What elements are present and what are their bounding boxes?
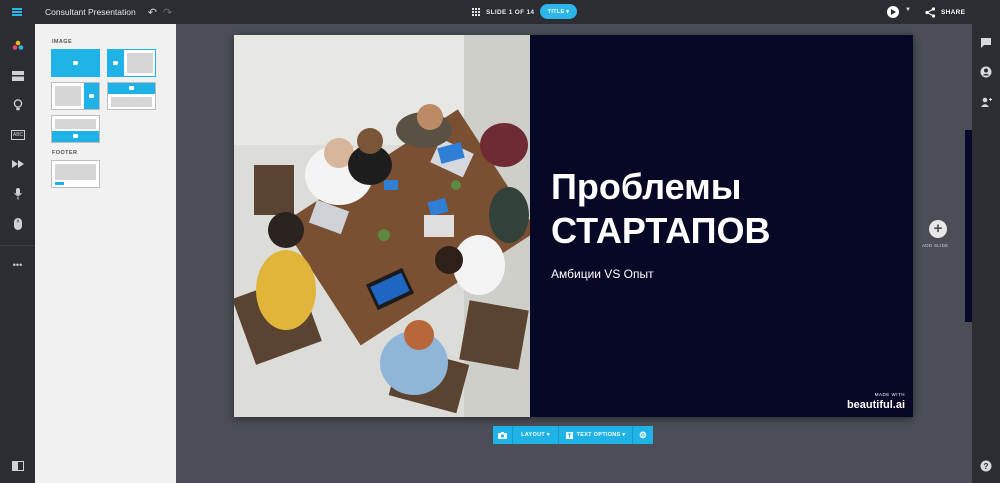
- document-title[interactable]: Consultant Presentation: [45, 7, 136, 17]
- slide-toolbar: LAYOUT ▾ TEXT OPTIONS ▾ ⚙: [493, 426, 653, 444]
- slide[interactable]: Проблемы СТАРТАПОВ Амбиции VS Опыт MADE …: [234, 35, 913, 417]
- svg-text:?: ?: [984, 462, 989, 471]
- layout-dropdown[interactable]: LAYOUT ▾: [513, 426, 559, 444]
- chevron-down-icon: ▾: [622, 432, 626, 438]
- slide-photo[interactable]: [234, 35, 530, 417]
- layout-panel: IMAGE FOOTER: [35, 24, 176, 483]
- slide-type-label: TITLE: [547, 8, 565, 15]
- share-label: SHARE: [941, 8, 966, 16]
- brand-logo: beautiful.ai: [846, 399, 905, 411]
- fast-forward-icon[interactable]: [10, 156, 25, 171]
- image-section-heading: IMAGE: [52, 39, 73, 45]
- share-button[interactable]: SHARE: [925, 0, 965, 24]
- camera-icon: [89, 94, 94, 98]
- gear-icon: ⚙: [638, 429, 648, 440]
- left-toolbar: ABC •••: [0, 24, 35, 483]
- made-with-label: MADE WITH: [874, 392, 905, 397]
- text-options-dropdown[interactable]: TEXT OPTIONS ▾: [559, 426, 633, 444]
- slide-title-line-2: СТАРТАПОВ: [551, 210, 771, 251]
- add-slide-label: ADD SLIDE: [922, 243, 949, 248]
- panel-toggle-icon[interactable]: [10, 458, 25, 473]
- abc-label: ABC: [10, 129, 26, 140]
- layout-option-image-top[interactable]: [107, 82, 156, 110]
- slide-title[interactable]: Проблемы СТАРТАПОВ: [551, 165, 891, 253]
- camera-icon: [129, 86, 134, 90]
- main-menu-button[interactable]: [0, 0, 34, 24]
- comment-icon[interactable]: [980, 36, 992, 48]
- undo-icon[interactable]: ↶: [148, 6, 157, 19]
- camera-icon: [498, 431, 507, 439]
- microphone-icon[interactable]: [10, 186, 25, 201]
- right-toolbar: ?: [972, 24, 1000, 483]
- lightbulb-icon[interactable]: [10, 97, 25, 112]
- more-icon[interactable]: •••: [10, 257, 25, 272]
- text-options-label: TEXT OPTIONS: [576, 432, 621, 438]
- chevron-down-icon: ▾: [566, 8, 570, 15]
- layout-icon[interactable]: [10, 68, 25, 83]
- layout-option-image-right[interactable]: [51, 82, 100, 110]
- layout-option-image-left[interactable]: [107, 49, 156, 77]
- abc-icon[interactable]: ABC: [10, 127, 26, 142]
- chevron-down-icon: ▾: [546, 432, 550, 438]
- text-icon: [565, 431, 573, 439]
- team-meeting-photo: [234, 35, 530, 417]
- camera-icon: [73, 61, 78, 65]
- play-icon[interactable]: [887, 6, 899, 18]
- slide-type-dropdown[interactable]: TITLE ▾: [540, 4, 577, 19]
- slide-settings-button[interactable]: ⚙: [633, 426, 653, 444]
- camera-icon: [73, 134, 78, 138]
- help-icon[interactable]: ?: [980, 459, 992, 472]
- slide-subtitle[interactable]: Амбиции VS Опыт: [551, 267, 654, 281]
- menu-icon: [12, 8, 22, 16]
- layout-option-image-bottom[interactable]: [51, 115, 100, 143]
- account-icon[interactable]: [980, 65, 992, 78]
- image-options-button[interactable]: [493, 426, 513, 444]
- layout-option-full-image[interactable]: [51, 49, 100, 77]
- layout-label: LAYOUT: [521, 432, 545, 438]
- add-slide-button[interactable]: +: [929, 220, 947, 238]
- plus-icon: +: [933, 220, 943, 237]
- divider: [0, 245, 35, 246]
- redo-icon[interactable]: ↷: [163, 6, 172, 19]
- next-slide-preview[interactable]: [965, 130, 972, 322]
- share-icon: [925, 6, 936, 18]
- add-user-icon[interactable]: [980, 95, 992, 107]
- camera-icon: [113, 61, 118, 65]
- footer-option[interactable]: [51, 160, 100, 188]
- mouse-icon[interactable]: [10, 216, 25, 231]
- colors-icon[interactable]: [10, 38, 25, 53]
- grid-icon: [472, 8, 480, 16]
- slide-counter-label: SLIDE 1 OF 14: [486, 8, 535, 16]
- slide-counter-button[interactable]: SLIDE 1 OF 14: [472, 0, 534, 24]
- slide-title-line-1: Проблемы: [551, 166, 742, 207]
- chevron-down-icon[interactable]: ▼: [905, 7, 911, 13]
- footer-section-heading: FOOTER: [52, 150, 78, 156]
